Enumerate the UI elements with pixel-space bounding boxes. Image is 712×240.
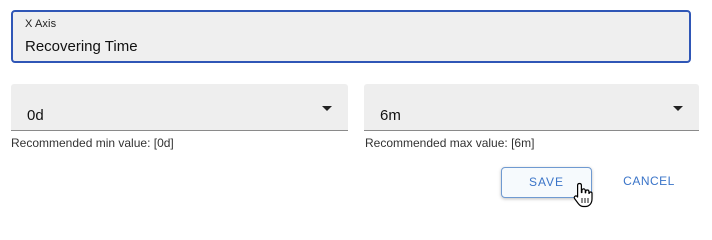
x-axis-field[interactable]: X Axis Recovering Time — [11, 10, 691, 63]
max-value-select[interactable]: 6m — [364, 84, 699, 131]
max-value-helper: Recommended max value: [6m] — [365, 136, 535, 150]
axis-settings-panel: X Axis Recovering Time 0d Recommended mi… — [0, 0, 712, 213]
x-axis-label: X Axis — [25, 18, 57, 30]
min-value-helper: Recommended min value: [0d] — [11, 136, 174, 150]
max-value-text: 6m — [380, 107, 401, 124]
cancel-button[interactable]: CANCEL — [618, 167, 680, 198]
chevron-down-icon — [322, 106, 332, 111]
hand-pointer-icon — [573, 182, 593, 208]
chevron-down-icon — [673, 106, 683, 111]
x-axis-value[interactable]: Recovering Time — [25, 38, 138, 55]
min-value-select[interactable]: 0d — [11, 84, 348, 131]
min-value-text: 0d — [27, 107, 44, 124]
